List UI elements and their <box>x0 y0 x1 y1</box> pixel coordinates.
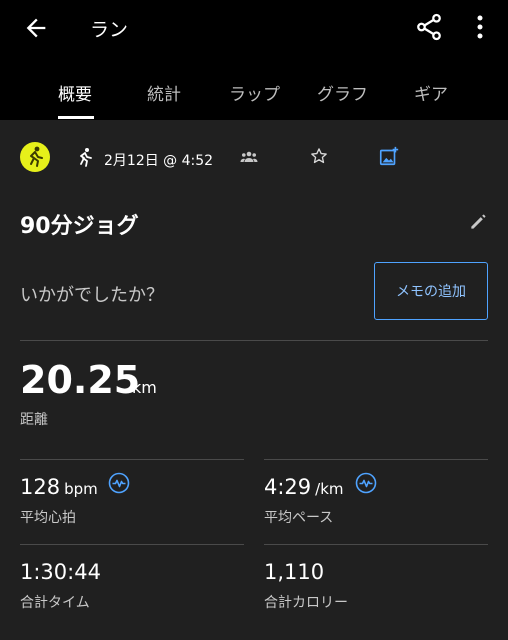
tab-graphs[interactable]: グラフ <box>317 80 368 105</box>
runner-badge-icon <box>30 146 43 167</box>
tab-gear[interactable]: ギア <box>414 80 448 105</box>
share-icon[interactable] <box>414 12 444 42</box>
back-arrow-icon[interactable] <box>22 14 50 42</box>
tab-overview[interactable]: 概要 <box>58 80 92 105</box>
total-time-label: 合計タイム <box>20 595 90 611</box>
group-icon[interactable] <box>240 150 258 164</box>
page-title: ラン <box>90 19 129 41</box>
runner-icon <box>80 148 92 167</box>
activity-datetime: 2月12日 @ 4:52 <box>104 153 214 169</box>
divider <box>20 459 244 460</box>
more-options-icon[interactable] <box>468 12 492 42</box>
divider <box>264 544 488 545</box>
total-calories-value: 1,110 <box>264 560 325 584</box>
heart-rate-zone-icon[interactable] <box>108 472 130 494</box>
edit-pencil-icon[interactable] <box>468 212 488 232</box>
total-calories-label: 合計カロリー <box>264 595 348 611</box>
activity-type-badge[interactable] <box>20 142 50 172</box>
active-tab-indicator <box>58 116 94 119</box>
tab-laps[interactable]: ラップ <box>229 80 280 105</box>
avg-heart-rate-stat: 128 bpm <box>20 475 98 499</box>
activity-name: 90分ジョグ <box>20 214 139 239</box>
tab-stats[interactable]: 統計 <box>147 80 181 105</box>
total-time-value: 1:30:44 <box>20 560 101 584</box>
distance-unit: km <box>132 378 157 397</box>
avg-heart-rate-label: 平均心拍 <box>20 510 76 526</box>
avg-heart-rate-value: 128 <box>20 475 61 499</box>
feedback-prompt: いかがでしたか？ <box>20 285 164 306</box>
avg-heart-rate-unit: bpm <box>64 480 98 498</box>
avg-pace-unit: /km <box>315 480 344 498</box>
avg-pace-label: 平均ペース <box>264 510 334 526</box>
overview-panel: 2月12日 @ 4:52 90分ジョグ いかがでしたか？ メモの追加 20.25… <box>0 120 508 640</box>
distance-value: 20.25 <box>20 358 141 402</box>
divider <box>20 544 244 545</box>
add-photo-icon[interactable] <box>378 145 400 167</box>
tab-bar: 概要 統計 ラップ グラフ ギア <box>0 60 508 120</box>
divider <box>264 459 488 460</box>
distance-label: 距離 <box>20 412 48 428</box>
pace-zone-icon[interactable] <box>355 472 377 494</box>
add-memo-button[interactable]: メモの追加 <box>374 262 488 320</box>
activity-meta-row: 2月12日 @ 4:52 <box>0 142 508 174</box>
avg-pace-stat: 4:29/km <box>264 475 344 499</box>
avg-pace-value: 4:29 <box>264 475 312 499</box>
app-bar: ラン <box>0 0 508 60</box>
divider <box>20 340 488 341</box>
favorite-star-icon[interactable] <box>309 146 329 166</box>
